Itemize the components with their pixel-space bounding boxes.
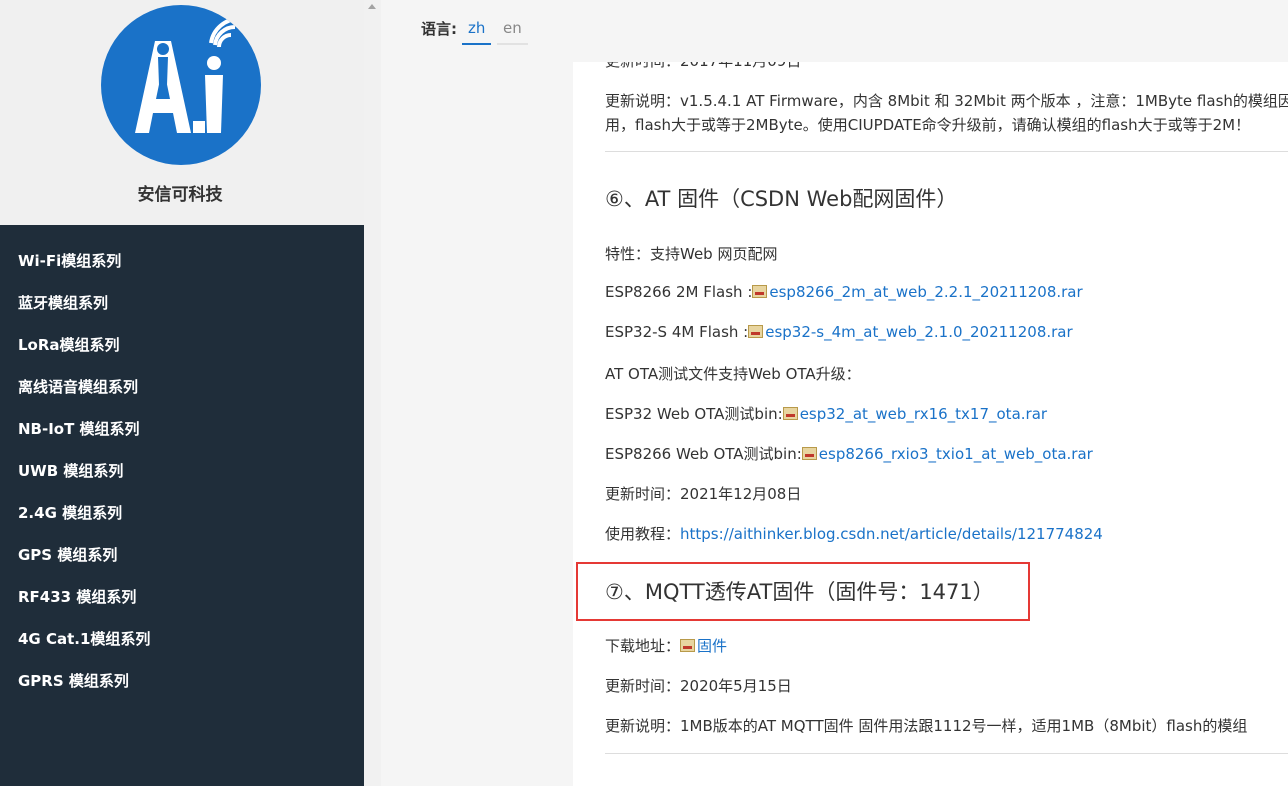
sidebar-item-wifi[interactable]: Wi-Fi模组系列 [0,240,364,282]
esp8266-web-download-link[interactable]: esp8266_2m_at_web_2.2.1_20211208.rar [769,283,1082,301]
prev-update-note-line1: 更新说明：v1.5.4.1 AT Firmware，内含 8Mbit 和 32M… [605,92,1288,110]
section-6-update-date: 更新时间：2021年12月08日 [605,485,802,503]
section-6-ota-intro: AT OTA测试文件支持Web OTA升级： [605,365,861,383]
zip-file-icon [680,639,696,652]
section-6-esp32-row: ESP32-S 4M Flash : esp32-s_4m_at_web_2.1.… [605,323,1073,341]
prev-update-note-line2: 用，flash大于或等于2MByte。使用CIUPDATE命令升级前，请确认模组… [605,116,1251,134]
sidebar-item-rf433[interactable]: RF433 模组系列 [0,576,364,618]
esp32-label: ESP32-S 4M Flash : [605,323,749,341]
main-area: 更新时间：2017年11月09日 更新说明：v1.5.4.1 AT Firmwa… [381,0,1288,786]
esp8266-ota-download-link[interactable]: esp8266_rxio3_txio1_at_web_ota.rar [819,445,1093,463]
section-7-update-note: 更新说明：1MB版本的AT MQTT固件 固件用法跟1112号一样，适用1MB（… [605,717,1248,735]
download-label: 下载地址： [605,637,681,655]
rar-file-icon [748,325,764,338]
esp8266-ota-label: ESP8266 Web OTA测试bin: [605,445,802,463]
section-7-download-row: 下载地址： 固件 [605,635,727,656]
tutorial-link[interactable]: https://aithinker.blog.csdn.net/article/… [680,525,1103,543]
sidebar-item-uwb[interactable]: UWB 模组系列 [0,450,364,492]
esp8266-label: ESP8266 2M Flash : [605,283,753,301]
company-logo[interactable] [101,5,261,165]
mqtt-firmware-download-link[interactable]: 固件 [697,637,727,655]
sidebar-scrollbar[interactable] [364,0,381,786]
esp32-web-download-link[interactable]: esp32-s_4m_at_web_2.1.0_20211208.rar [765,323,1072,341]
sidebar-item-gps[interactable]: GPS 模组系列 [0,534,364,576]
language-label: 语言: [421,20,457,38]
esp32-ota-label: ESP32 Web OTA测试bin: [605,405,783,423]
brand-area: 安信可科技 [0,0,364,225]
sidebar-item-2-4g[interactable]: 2.4G 模组系列 [0,492,364,534]
tutorial-label: 使用教程： [605,525,681,543]
divider [605,753,1288,754]
language-option-en[interactable]: en [497,19,528,45]
sidebar-item-offline-voice[interactable]: 离线语音模组系列 [0,366,364,408]
content-panel: 更新时间：2017年11月09日 更新说明：v1.5.4.1 AT Firmwa… [573,0,1288,786]
sidebar: 安信可科技 Wi-Fi模组系列 蓝牙模组系列 LoRa模组系列 离线语音模组系列… [0,0,364,786]
esp32-ota-download-link[interactable]: esp32_at_web_rx16_tx17_ota.rar [800,405,1047,423]
sidebar-item-bluetooth[interactable]: 蓝牙模组系列 [0,282,364,324]
section-6-feature: 特性：支持Web 网页配网 [605,245,778,263]
scroll-up-arrow-icon[interactable] [368,4,376,9]
rar-file-icon [752,285,768,298]
section-7-title: ⑦、MQTT透传AT固件（固件号：1471） [605,580,994,604]
sidebar-item-gprs[interactable]: GPRS 模组系列 [0,660,364,702]
sidebar-item-nb-iot[interactable]: NB-IoT 模组系列 [0,408,364,450]
section-6-esp8266-ota-row: ESP8266 Web OTA测试bin: esp8266_rxio3_txio1… [605,443,1093,464]
language-bar: 语言: zh en [381,0,1288,62]
divider [605,151,1288,152]
section-6-esp32-ota-row: ESP32 Web OTA测试bin: esp32_at_web_rx16_tx1… [605,403,1047,424]
brand-name: 安信可科技 [137,185,223,205]
rar-file-icon [782,407,798,420]
rar-file-icon [801,447,817,460]
section-6-esp8266-row: ESP8266 2M Flash : esp8266_2m_at_web_2.2.… [605,283,1083,301]
sidebar-item-lora[interactable]: LoRa模组系列 [0,324,364,366]
sidebar-nav: Wi-Fi模组系列 蓝牙模组系列 LoRa模组系列 离线语音模组系列 NB-Io… [0,240,364,702]
section-7-update-date: 更新时间：2020年5月15日 [605,677,792,695]
language-option-zh[interactable]: zh [462,19,492,45]
section-6-title: ⑥、AT 固件（CSDN Web配网固件） [605,187,958,211]
section-6-tutorial-row: 使用教程：https://aithinker.blog.csdn.net/art… [605,523,1103,544]
sidebar-item-4g-cat1[interactable]: 4G Cat.1模组系列 [0,618,364,660]
logo-ai-icon [135,16,240,133]
